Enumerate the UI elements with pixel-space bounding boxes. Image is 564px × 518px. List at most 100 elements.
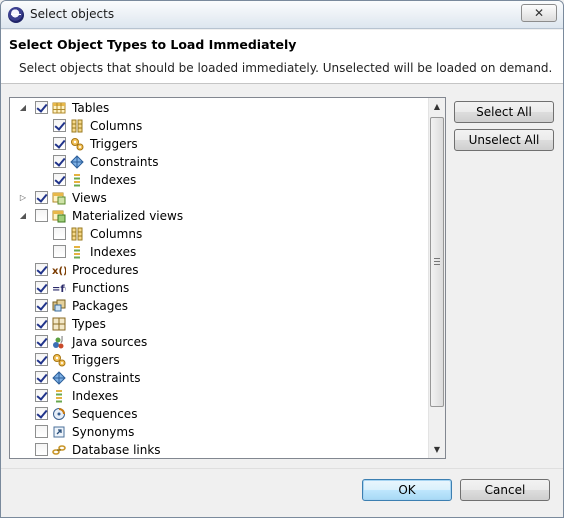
tree-item[interactable]: x() Procedures <box>10 261 428 279</box>
tree-item-label: Java sources <box>72 335 148 349</box>
constraints-icon <box>52 371 66 385</box>
tree-item-label: Columns <box>90 119 143 133</box>
tree-item-label: Columns <box>90 227 143 241</box>
synonyms-icon <box>52 425 66 439</box>
page-title: Select Object Types to Load Immediately <box>9 37 297 52</box>
tree-item-label: Indexes <box>90 173 137 187</box>
tree-item-checkbox[interactable] <box>35 191 48 204</box>
scroll-down-arrow-icon[interactable]: ▼ <box>429 441 445 458</box>
tree-item-checkbox[interactable] <box>53 173 66 186</box>
tree-item[interactable]: Packages <box>10 297 428 315</box>
svg-text:=f(): =f() <box>52 284 66 295</box>
tree-item-label: Types <box>72 317 106 331</box>
types-icon <box>52 317 66 331</box>
tree-item[interactable]: Indexes <box>10 387 428 405</box>
tree-item[interactable]: Indexes <box>10 171 428 189</box>
tree-item-label: Indexes <box>90 245 137 259</box>
scroll-thumb[interactable] <box>430 117 444 407</box>
tree-item-label: Constraints <box>72 371 141 385</box>
svg-text:J: J <box>60 335 63 343</box>
tree-item-label: Views <box>72 191 107 205</box>
expand-arrow-icon[interactable]: ◢ <box>18 103 28 113</box>
window-title: Select objects <box>30 7 115 21</box>
tree-item-label: Functions <box>72 281 130 295</box>
indexes-icon <box>70 173 84 187</box>
tree-item-checkbox[interactable] <box>35 389 48 402</box>
tree-item[interactable]: J Java sources <box>10 333 428 351</box>
cancel-button[interactable]: Cancel <box>460 479 550 501</box>
views-icon <box>52 191 66 205</box>
tree-item-checkbox[interactable] <box>35 209 48 222</box>
svg-text:x(): x() <box>52 266 66 277</box>
dialog-header: Select Object Types to Load Immediately … <box>1 30 563 84</box>
tree-item[interactable]: Types <box>10 315 428 333</box>
tree-item-checkbox[interactable] <box>53 227 66 240</box>
tree-item-checkbox[interactable] <box>35 101 48 114</box>
tables-icon <box>52 101 66 115</box>
tree-item-checkbox[interactable] <box>53 245 66 258</box>
tree-item[interactable]: ◢ Tables <box>10 99 428 117</box>
title-bar[interactable]: Select objects ✕ <box>1 1 563 29</box>
tree-item-label: Triggers <box>90 137 138 151</box>
tree-item[interactable]: Indexes <box>10 243 428 261</box>
tree-item[interactable]: Triggers <box>10 351 428 369</box>
tree-item-label: Synonyms <box>72 425 135 439</box>
tree-item-checkbox[interactable] <box>35 299 48 312</box>
tree-item-checkbox[interactable] <box>35 281 48 294</box>
tree-item[interactable]: ◢ Materialized views <box>10 207 428 225</box>
object-types-tree[interactable]: ◢ Tables Columns Triggers Constraints Indexes… <box>9 97 446 459</box>
tree-item-checkbox[interactable] <box>35 443 48 456</box>
columns-icon <box>70 227 84 241</box>
tree-item-label: Tables <box>72 101 110 115</box>
tree-item-checkbox[interactable] <box>53 155 66 168</box>
tree-item-label: Indexes <box>72 389 119 403</box>
tree-item-checkbox[interactable] <box>35 407 48 420</box>
scroll-up-arrow-icon[interactable]: ▲ <box>429 98 445 115</box>
tree-item-checkbox[interactable] <box>35 425 48 438</box>
tree-item[interactable]: =f() Functions <box>10 279 428 297</box>
ok-button[interactable]: OK <box>362 479 452 501</box>
tree-item[interactable]: Columns <box>10 225 428 243</box>
tree-item-label: Database links <box>72 443 161 457</box>
tree-item-label: Triggers <box>72 353 120 367</box>
tree-item[interactable]: Constraints <box>10 369 428 387</box>
tree-item-checkbox[interactable] <box>35 371 48 384</box>
sequences-icon <box>52 407 66 421</box>
tree-item-checkbox[interactable] <box>53 119 66 132</box>
triggers-icon <box>52 353 66 367</box>
tree-item[interactable]: Constraints <box>10 153 428 171</box>
tree-item-label: Materialized views <box>72 209 184 223</box>
tree-item-label: Packages <box>72 299 128 313</box>
tree-item-checkbox[interactable] <box>35 335 48 348</box>
functions-icon: =f() <box>52 281 74 295</box>
tree-item[interactable]: Synonyms <box>10 423 428 441</box>
dialog-window: Select objects ✕ Select Object Types to … <box>0 0 564 518</box>
indexes-icon <box>70 245 84 259</box>
tree-item-label: Sequences <box>72 407 138 421</box>
columns-icon <box>70 119 84 133</box>
tree-item-checkbox[interactable] <box>35 353 48 366</box>
grip-icon <box>434 258 440 265</box>
select-all-button[interactable]: Select All <box>454 101 554 123</box>
tree-item-label: Procedures <box>72 263 139 277</box>
tree-item[interactable]: Triggers <box>10 135 428 153</box>
tree-item[interactable]: ▷ Views <box>10 189 428 207</box>
vertical-scrollbar[interactable]: ▲ ▼ <box>428 98 445 458</box>
procedures-icon: x() <box>52 263 68 277</box>
packages-icon <box>52 299 66 313</box>
tree-item-checkbox[interactable] <box>53 137 66 150</box>
tree-item[interactable]: Sequences <box>10 405 428 423</box>
collapse-arrow-icon[interactable]: ▷ <box>18 193 28 203</box>
tree-item-label: Constraints <box>90 155 159 169</box>
java-sources-icon: J <box>52 335 66 349</box>
expand-arrow-icon[interactable]: ◢ <box>18 211 28 221</box>
unselect-all-button[interactable]: Unselect All <box>454 129 554 151</box>
tree-item-checkbox[interactable] <box>35 317 48 330</box>
tree-item[interactable]: Database links <box>10 441 428 458</box>
close-button[interactable]: ✕ <box>521 4 557 22</box>
page-description: Select objects that should be loaded imm… <box>19 61 553 75</box>
materialized-views-icon <box>52 209 66 223</box>
tree-item-checkbox[interactable] <box>35 263 48 276</box>
tree-item[interactable]: Columns <box>10 117 428 135</box>
indexes-icon <box>52 389 66 403</box>
